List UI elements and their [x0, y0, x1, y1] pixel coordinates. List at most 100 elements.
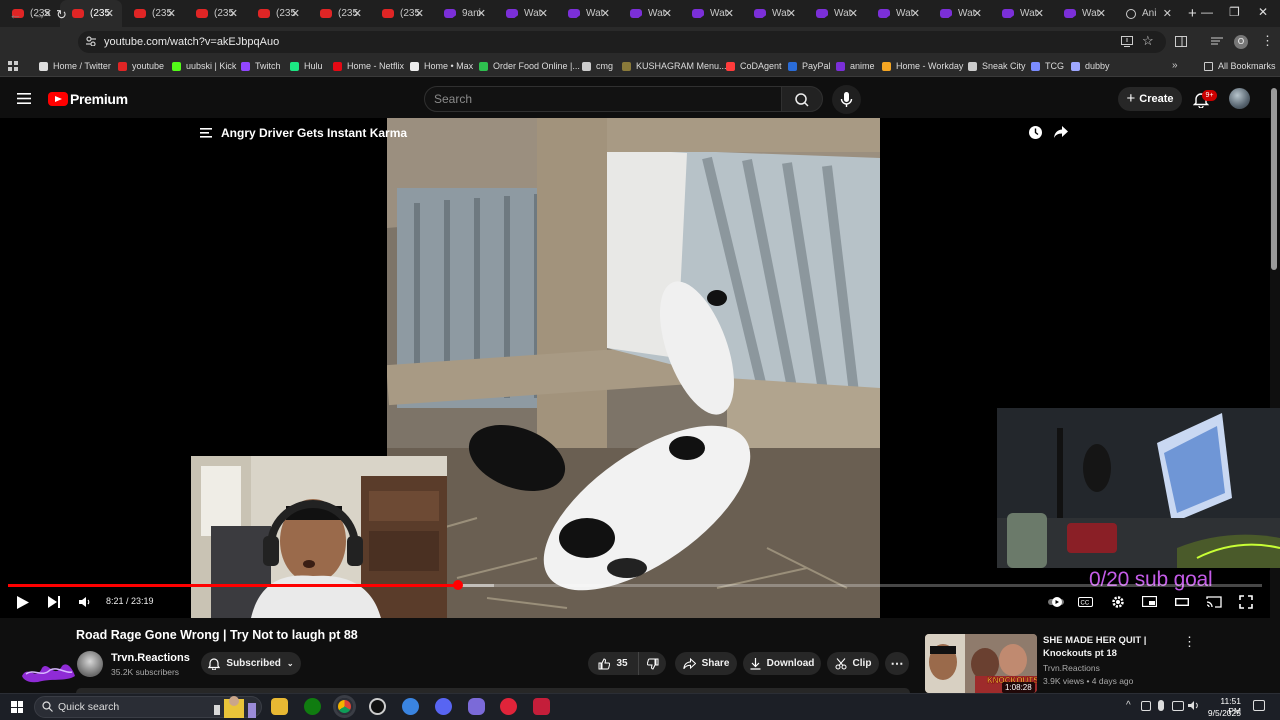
progress-played[interactable]: [8, 584, 459, 587]
browser-tab[interactable]: Ani ✕: [1114, 0, 1180, 27]
bookmark-star-icon[interactable]: ☆: [1142, 33, 1154, 49]
browser-tab[interactable]: Wat ✕: [866, 0, 928, 27]
close-tab-icon[interactable]: ✕: [539, 7, 548, 20]
app-icon-red[interactable]: [533, 698, 550, 715]
bookmark-item[interactable]: cmg: [582, 61, 613, 71]
volume-icon[interactable]: [79, 596, 91, 608]
chrome-taskbar-icon[interactable]: [336, 698, 353, 715]
create-button[interactable]: + Create: [1118, 87, 1182, 111]
url-text[interactable]: youtube.com/watch?v=akEJbpqAuo: [104, 36, 279, 48]
media-controls-icon[interactable]: [1211, 36, 1223, 46]
fullscreen-icon[interactable]: [1239, 595, 1253, 609]
channel-avatar[interactable]: [77, 651, 103, 677]
browser-tab[interactable]: Wat ✕: [680, 0, 742, 27]
voice-search-button[interactable]: [832, 85, 861, 114]
share-arrow-icon[interactable]: [1053, 125, 1069, 139]
recommended-channel-name[interactable]: Trvn.Reactions: [1043, 663, 1100, 673]
clip-button[interactable]: Clip: [827, 652, 879, 675]
close-tab-icon[interactable]: ✕: [1097, 7, 1106, 20]
browser-tab[interactable]: Wat ✕: [618, 0, 680, 27]
browser-tab[interactable]: Wat ✕: [742, 0, 804, 27]
media-player-icon[interactable]: [500, 698, 517, 715]
minimize-icon[interactable]: —: [1201, 5, 1213, 19]
share-button[interactable]: Share: [675, 652, 737, 675]
recommendation-menu-icon[interactable]: ⋮: [1183, 634, 1196, 650]
close-tab-icon[interactable]: ✕: [353, 7, 362, 20]
search-input[interactable]: [434, 90, 774, 108]
close-tab-icon[interactable]: ✕: [973, 7, 982, 20]
bookmark-item[interactable]: Home • Max: [410, 61, 473, 71]
dislike-button[interactable]: [638, 652, 666, 675]
close-tab-icon[interactable]: ✕: [105, 7, 114, 20]
forward-icon[interactable]: →: [33, 7, 46, 22]
windows-start-icon[interactable]: [11, 701, 23, 713]
site-info-icon[interactable]: [86, 36, 96, 46]
browser-tab[interactable]: 9ani ✕: [432, 0, 494, 27]
browser-tab[interactable]: Wat ✕: [990, 0, 1052, 27]
speaker-tray-icon[interactable]: [1188, 700, 1200, 711]
close-tab-icon[interactable]: ✕: [291, 7, 300, 20]
browser-tab[interactable]: (235 ✕: [122, 0, 184, 27]
browser-tab[interactable]: (235 ✕: [308, 0, 370, 27]
microphone-tray-icon[interactable]: [1158, 700, 1164, 711]
youtube-logo-icon[interactable]: [48, 92, 68, 106]
browser-tab[interactable]: (235 ✕: [370, 0, 432, 27]
browser-tab[interactable]: Wat ✕: [1052, 0, 1114, 27]
restore-icon[interactable]: ❐: [1229, 5, 1240, 19]
close-tab-icon[interactable]: ✕: [1163, 7, 1172, 20]
tray-overflow-icon[interactable]: ^: [1126, 700, 1131, 711]
profile-avatar[interactable]: O: [1234, 35, 1248, 49]
browser-tab[interactable]: Wat ✕: [804, 0, 866, 27]
settings-gear-icon[interactable]: [1111, 595, 1125, 609]
close-tab-icon[interactable]: ✕: [601, 7, 610, 20]
close-tab-icon[interactable]: ✕: [167, 7, 176, 20]
bookmark-item[interactable]: CoDAgent: [726, 61, 782, 71]
gamepad-icon[interactable]: [468, 698, 485, 715]
bookmark-item[interactable]: TCG: [1031, 61, 1064, 71]
close-tab-icon[interactable]: ✕: [725, 7, 734, 20]
browser-tab[interactable]: (235 ✕: [60, 0, 122, 27]
xbox-icon[interactable]: [304, 698, 321, 715]
side-panel-icon[interactable]: [1175, 36, 1187, 47]
video-frame[interactable]: [387, 118, 880, 618]
cast-icon[interactable]: [1206, 596, 1222, 608]
playlist-icon[interactable]: [200, 128, 212, 138]
apps-icon[interactable]: [8, 61, 18, 71]
all-bookmarks-folder[interactable]: All Bookmarks: [1204, 61, 1276, 71]
back-icon[interactable]: ←: [9, 7, 22, 22]
display-tray-icon[interactable]: [1172, 701, 1184, 711]
bookmark-item[interactable]: anime: [836, 61, 875, 71]
browser-tab[interactable]: Wat ✕: [556, 0, 618, 27]
search-button[interactable]: [781, 86, 823, 112]
guide-menu-icon[interactable]: [17, 93, 31, 104]
bookmark-item[interactable]: Twitch: [241, 61, 281, 71]
watch-later-icon[interactable]: [1028, 125, 1043, 140]
browser-tab[interactable]: (235 ✕: [184, 0, 246, 27]
bookmark-item[interactable]: Home - Netflix: [333, 61, 404, 71]
bookmark-item[interactable]: Hulu: [290, 61, 323, 71]
bookmark-item[interactable]: Home / Twitter: [39, 61, 111, 71]
miniplayer-icon[interactable]: [1142, 596, 1157, 607]
new-tab-icon[interactable]: +: [1188, 5, 1197, 22]
install-app-icon[interactable]: [1121, 36, 1133, 47]
page-scrollbar[interactable]: [1271, 88, 1277, 270]
reload-icon[interactable]: ↻: [56, 7, 67, 23]
bookmark-item[interactable]: Order Food Online |...: [479, 61, 580, 71]
network-tray-icon[interactable]: [1141, 701, 1151, 711]
close-tab-icon[interactable]: ✕: [787, 7, 796, 20]
browser-tab[interactable]: (235 ✕: [246, 0, 308, 27]
app-icon-blue[interactable]: [402, 698, 419, 715]
more-actions-button[interactable]: ⋯: [885, 652, 909, 675]
more-bookmarks-icon[interactable]: »: [1172, 60, 1178, 71]
discord-icon[interactable]: [435, 698, 452, 715]
bookmark-item[interactable]: PayPal: [788, 61, 831, 71]
bookmark-item[interactable]: youtube: [118, 61, 164, 71]
close-tab-icon[interactable]: ✕: [849, 7, 858, 20]
autoplay-toggle[interactable]: [1048, 597, 1064, 607]
youtube-premium-logo[interactable]: Premium: [70, 91, 128, 107]
app-icon-clock[interactable]: [369, 698, 386, 715]
bookmark-item[interactable]: uubski | Kick: [172, 61, 236, 71]
close-tab-icon[interactable]: ✕: [911, 7, 920, 20]
channel-name[interactable]: Trvn.Reactions: [111, 652, 190, 664]
close-tab-icon[interactable]: ✕: [663, 7, 672, 20]
